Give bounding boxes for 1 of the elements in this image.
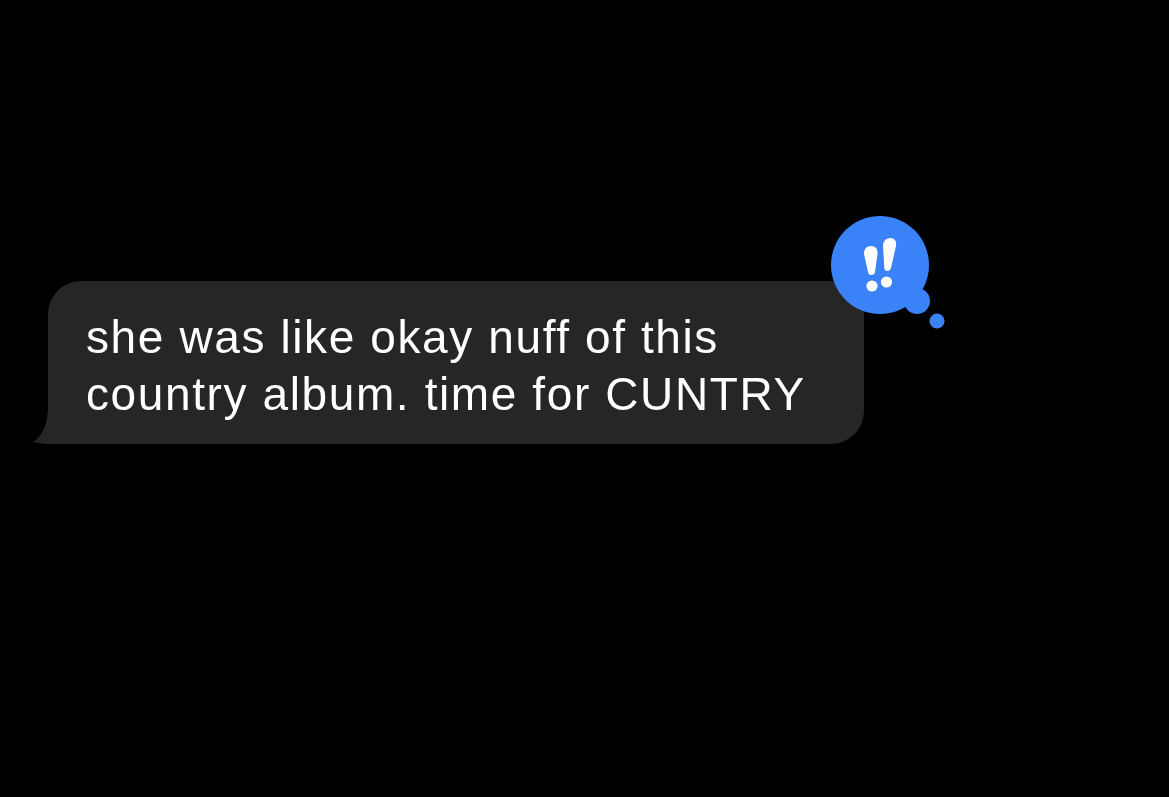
message-text: she was like okay nuff of this country album. time for CUNTRY xyxy=(86,310,806,422)
